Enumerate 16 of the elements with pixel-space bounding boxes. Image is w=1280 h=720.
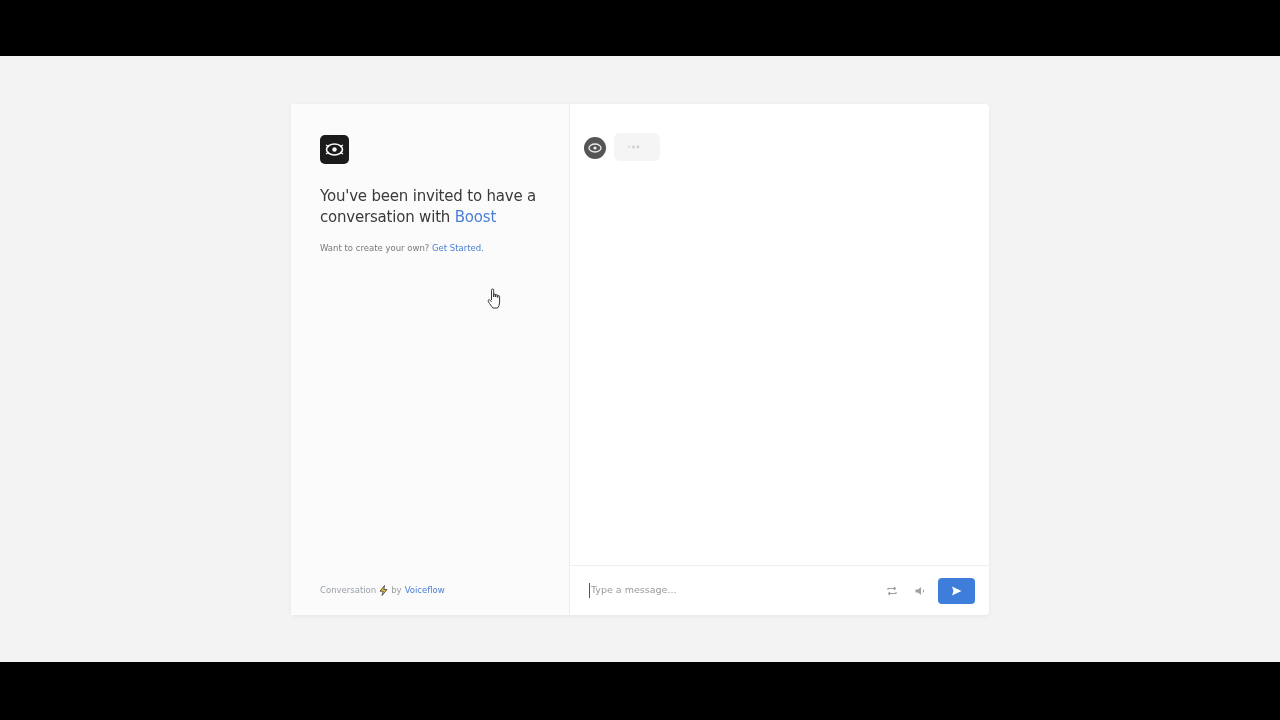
message-input[interactable]: Type a message... [589,583,886,598]
invitation-heading: You've been invited to have a conversation with Boost [320,186,537,228]
send-button[interactable] [938,577,975,604]
bot-avatar-icon [584,137,606,159]
get-started-link[interactable]: Get Started. [432,243,484,253]
create-own-prompt: Want to create your own? Get Started. [320,242,485,255]
brand-logo-icon [320,135,349,164]
lightning-bolt-icon [379,585,389,597]
assistant-name-link[interactable]: Boost [454,208,497,226]
send-arrow-icon [951,585,962,596]
hand-cursor-icon [487,288,502,310]
repeat-icon[interactable] [886,584,898,597]
footer-by-label: by [391,584,402,597]
voiceflow-link[interactable]: Voiceflow [404,584,445,597]
speaker-icon[interactable] [914,584,926,597]
footer-label: Conversation [320,584,377,597]
